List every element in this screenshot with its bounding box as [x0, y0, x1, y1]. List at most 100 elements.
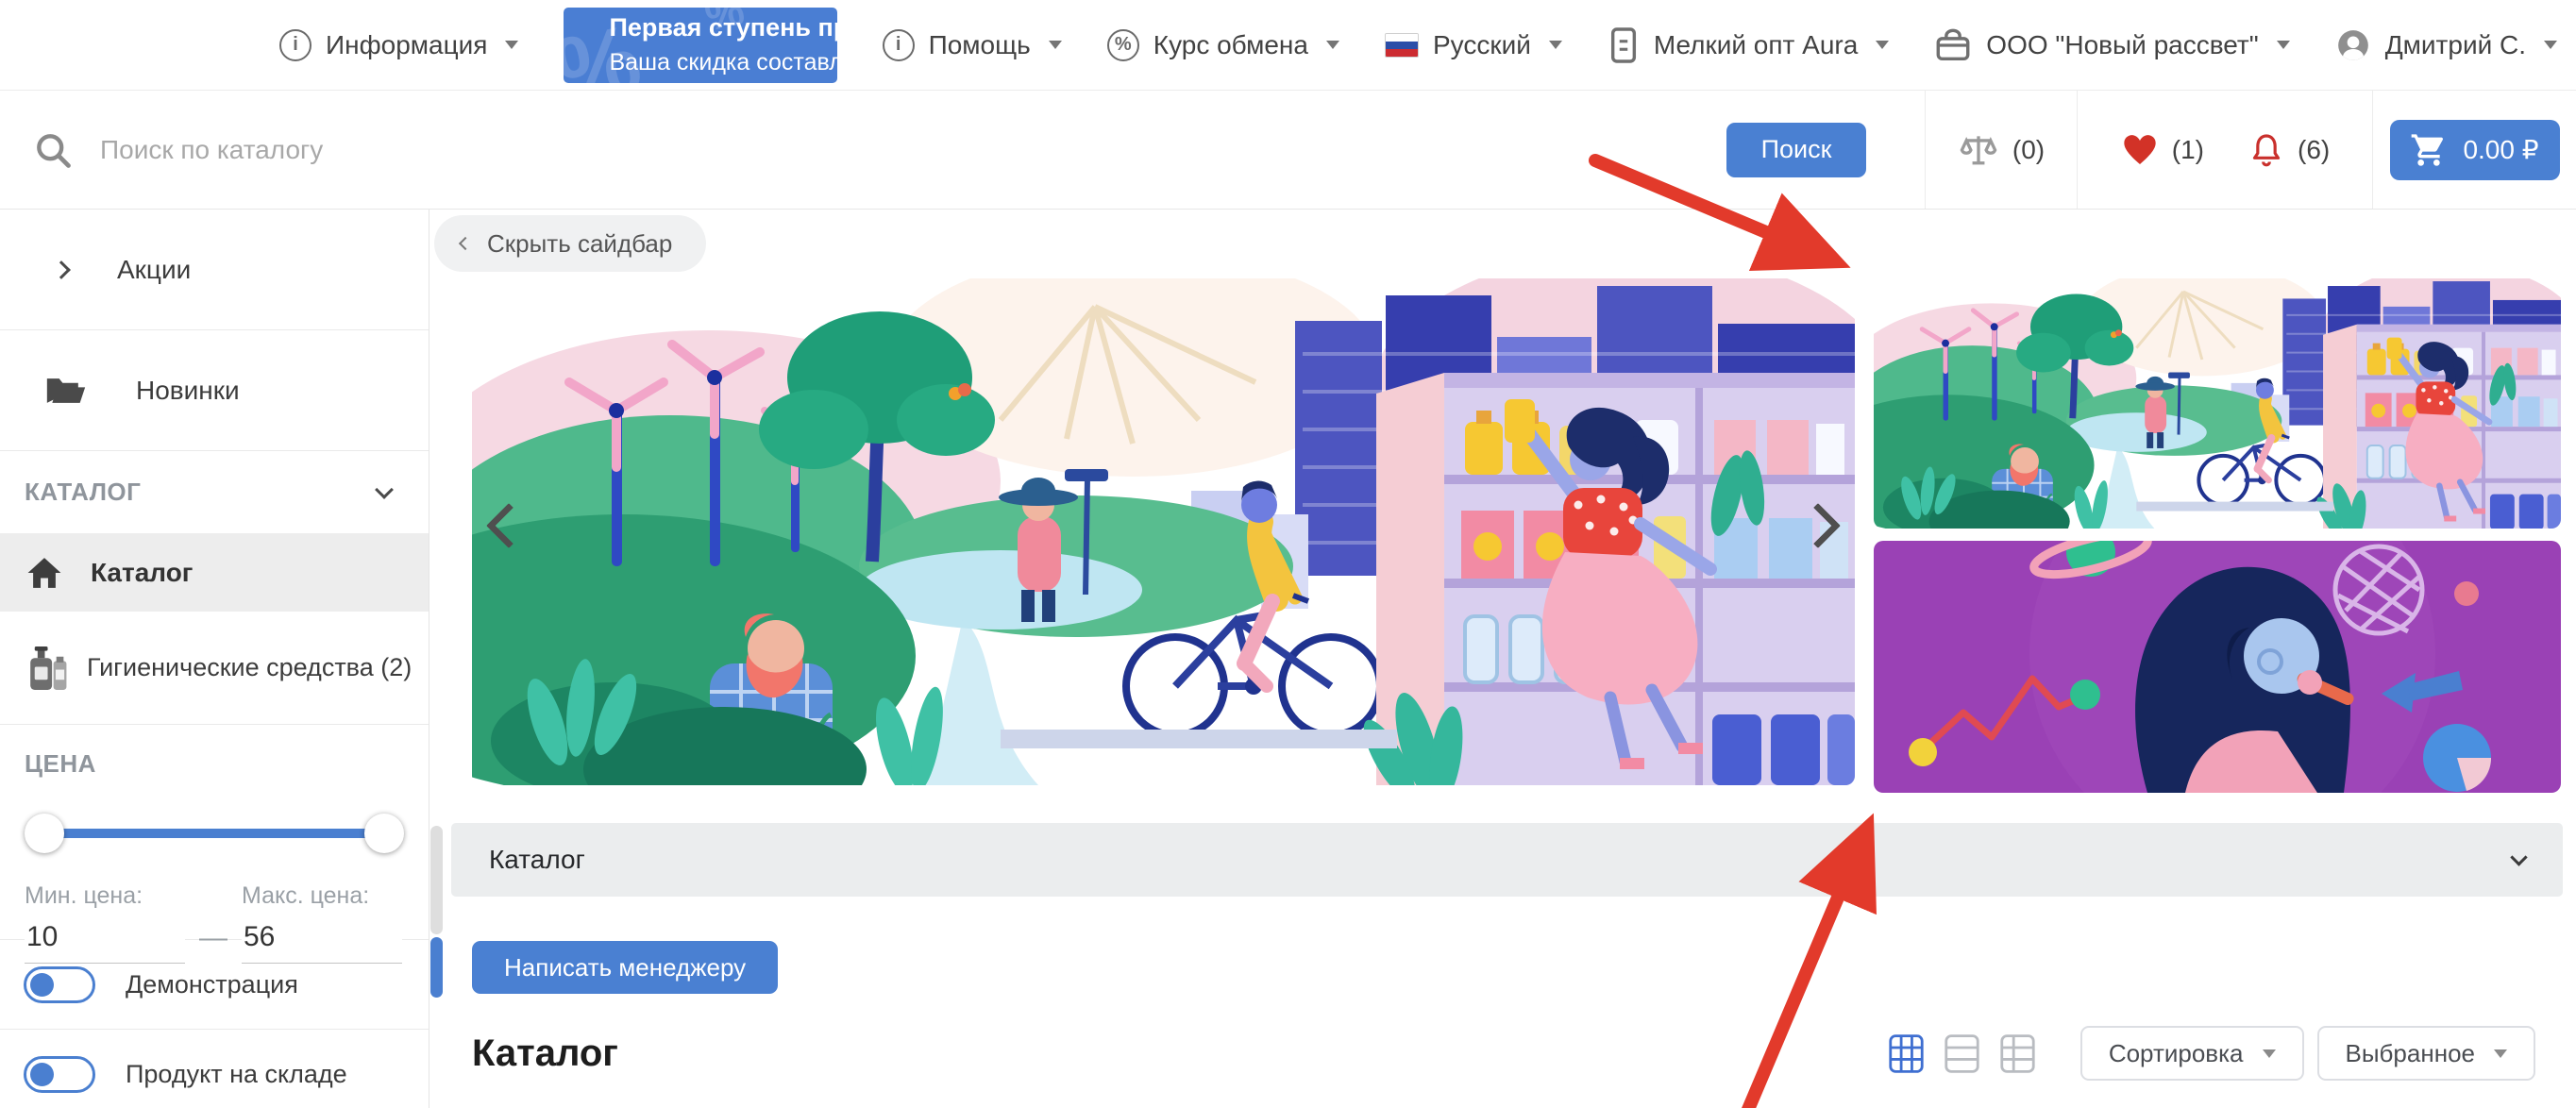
menu-pricelist[interactable]: Мелкий опт Aura [1608, 26, 1889, 64]
max-price-input[interactable] [242, 919, 402, 964]
chevron-down-icon [1549, 41, 1562, 49]
catalog-accordion[interactable]: Каталог [451, 823, 2563, 897]
search-box [0, 91, 1726, 209]
menu-information-label: Информация [326, 30, 487, 60]
menu-exchange-rate[interactable]: % Курс обмена [1107, 29, 1339, 61]
cart-section: 0.00 ₽ [2372, 91, 2576, 209]
chevron-down-icon [1049, 41, 1062, 49]
sort-button-label: Сортировка [2109, 1039, 2244, 1068]
notifications-count: (6) [2298, 135, 2330, 165]
min-price-label: Мин. цена: [25, 882, 185, 910]
selected-button[interactable]: Выбранное [2317, 1026, 2535, 1081]
chevron-down-icon [2277, 41, 2290, 49]
main-carousel[interactable] [472, 278, 1855, 785]
hygiene-products-icon [25, 644, 68, 693]
hide-sidebar-button[interactable]: Скрыть сайдбар [434, 215, 706, 272]
sidebar-promos-label: Акции [117, 255, 191, 285]
stock-toggle[interactable] [24, 1056, 95, 1093]
menu-company-label: ООО "Новый рассвет" [1986, 30, 2258, 60]
table-view-icon[interactable] [2000, 1034, 2035, 1073]
banner-area [472, 278, 2561, 793]
chevron-left-icon [459, 237, 472, 250]
toggle-knob [30, 973, 54, 997]
eco-mini-banner[interactable] [1874, 278, 2561, 529]
compare-count: (0) [2012, 135, 2045, 165]
cart-button[interactable]: 0.00 ₽ [2390, 120, 2560, 180]
fav-bell-section: (1) (6) [2077, 91, 2372, 209]
chevron-down-icon [505, 41, 518, 49]
notifications-widget[interactable]: (6) [2248, 130, 2330, 170]
cart-icon [2410, 131, 2448, 169]
max-price-label: Макс. цена: [242, 882, 402, 910]
chevron-down-icon [375, 480, 394, 499]
menu-help-label: Помощь [929, 30, 1031, 60]
view-controls: Сортировка Выбранное [1889, 1026, 2535, 1081]
selected-button-label: Выбранное [2346, 1039, 2475, 1068]
menu-help[interactable]: i Помощь [883, 29, 1062, 61]
catalog-section-title: КАТАЛОГ [25, 478, 141, 507]
app-root: i Информация % % Первая ступень программ… [0, 0, 2576, 1108]
sidebar-scrollbar-track[interactable] [430, 826, 443, 934]
menu-information[interactable]: i Информация [279, 29, 518, 61]
menu-pricelist-label: Мелкий опт Aura [1654, 30, 1858, 60]
menu-user[interactable]: Дмитрий С. [2335, 27, 2557, 63]
chevron-down-icon [2510, 848, 2527, 865]
chevron-down-icon [2494, 1049, 2507, 1058]
heart-icon [2120, 131, 2160, 169]
cart-total: 0.00 ₽ [2463, 134, 2538, 165]
sidebar-item-new[interactable]: Новинки [0, 330, 429, 451]
sidebar-item-hygiene[interactable]: Гигиенические средства (2) [0, 612, 429, 725]
list-view-icon[interactable] [1945, 1034, 1979, 1073]
user-avatar-icon [2335, 27, 2371, 63]
main-content: Скрыть сайдбар [429, 210, 2576, 1108]
menu-language[interactable]: Русский [1385, 30, 1562, 60]
demo-toggle[interactable] [24, 966, 95, 1003]
catalog-header: Каталог [472, 1026, 2535, 1081]
sidebar-item-promos[interactable]: Акции [0, 210, 429, 330]
promo-illustration [1874, 541, 2561, 793]
favorites-count: (1) [2172, 135, 2204, 165]
price-range-separator: — [199, 922, 227, 954]
menu-company[interactable]: ООО "Новый рассвет" [1934, 26, 2289, 64]
price-slider-max-handle[interactable] [364, 814, 404, 853]
stock-toggle-label: Продукт на складе [126, 1060, 347, 1089]
home-icon [26, 556, 62, 590]
favorites-widget[interactable]: (1) [2120, 131, 2204, 169]
chevron-down-icon [2263, 1049, 2276, 1058]
sidebar: Акции Новинки КАТАЛОГ Каталог [0, 210, 429, 1108]
percent-icon: % [1107, 29, 1139, 61]
price-slider[interactable] [25, 813, 404, 854]
chevron-down-icon [1876, 41, 1889, 49]
toggle-row-stock: Продукт на складе [0, 1030, 429, 1108]
chevron-right-icon [52, 260, 71, 279]
catalog-accordion-label: Каталог [489, 845, 585, 875]
mini-banner-illustration [1874, 278, 2561, 529]
price-slider-min-handle[interactable] [25, 814, 64, 853]
page-title: Каталог [472, 1032, 618, 1075]
grid-view-icon[interactable] [1889, 1034, 1924, 1073]
carousel-illustration [472, 278, 1855, 785]
sidebar-section-catalog[interactable]: КАТАЛОГ [0, 451, 429, 533]
sidebar-catalog-label: Каталог [91, 558, 193, 588]
price-slider-track[interactable] [26, 829, 391, 838]
sort-button[interactable]: Сортировка [2080, 1026, 2304, 1081]
chevron-down-icon [2544, 41, 2557, 49]
loyalty-banner[interactable]: % % Первая ступень программы лояльности … [564, 8, 836, 83]
min-price-input[interactable] [25, 919, 185, 964]
price-section-title: ЦЕНА [25, 749, 404, 779]
search-icon [32, 129, 74, 171]
compare-widget[interactable]: (0) [1925, 91, 2077, 209]
folder-open-icon [45, 373, 87, 409]
menu-language-label: Русский [1433, 30, 1531, 60]
search-input[interactable] [100, 135, 1726, 165]
write-manager-button[interactable]: Написать менеджеру [472, 941, 778, 994]
sidebar-item-catalog[interactable]: Каталог [0, 533, 429, 612]
bell-icon [2248, 130, 2285, 170]
sidebar-scrollbar-thumb[interactable] [430, 937, 443, 998]
price-filter: ЦЕНА Мин. цена: — Макс. цена: [0, 725, 429, 940]
sidebar-hygiene-label: Гигиенические средства (2) [87, 653, 412, 682]
scales-icon [1958, 129, 1999, 171]
search-button[interactable]: Поиск [1726, 123, 1866, 177]
purple-promo-banner[interactable] [1874, 541, 2561, 793]
sidebar-new-label: Новинки [136, 376, 240, 406]
